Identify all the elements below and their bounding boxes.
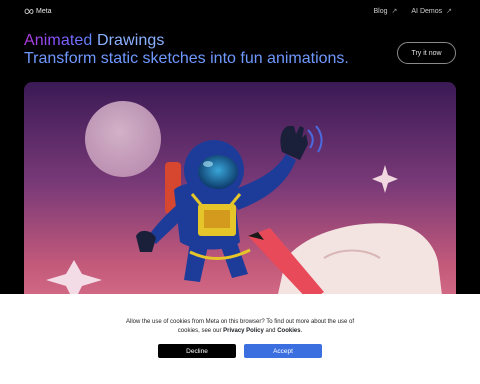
- hero-subtitle: Transform static sketches into fun anima…: [24, 50, 349, 67]
- hero-title: Animated Drawings: [24, 32, 164, 50]
- try-it-now-button[interactable]: Try it now: [397, 42, 456, 64]
- top-nav: Blog ↗ AI Demos ↗: [373, 7, 453, 16]
- hero-title-rest: Drawings: [96, 32, 165, 49]
- hero-title-accent: Animated: [24, 32, 93, 49]
- cookie-message-end: .: [300, 328, 303, 334]
- privacy-policy-link[interactable]: Privacy Policy: [223, 328, 264, 334]
- astronaut-sketch-illustration: [24, 82, 456, 312]
- cookie-message-and: and: [263, 328, 278, 334]
- logo-text: Meta: [36, 8, 52, 15]
- external-link-icon: ↗: [391, 8, 398, 15]
- accept-button[interactable]: Accept: [244, 344, 322, 358]
- meta-logo[interactable]: Meta: [24, 8, 52, 15]
- decline-button[interactable]: Decline: [158, 344, 236, 358]
- top-bar: Meta Blog ↗ AI Demos ↗: [0, 0, 480, 26]
- nav-link-label: Blog: [373, 7, 388, 15]
- nav-link-ai-demos[interactable]: AI Demos ↗: [411, 7, 452, 16]
- cookie-message: Allow the use of cookies from Meta on th…: [120, 318, 360, 336]
- external-link-icon: ↗: [446, 8, 452, 15]
- cookie-banner: Allow the use of cookies from Meta on th…: [0, 294, 480, 384]
- meta-infinity-icon: [24, 8, 34, 14]
- cookies-link[interactable]: Cookies: [277, 328, 300, 334]
- nav-link-label: AI Demos: [411, 7, 443, 15]
- nav-link-blog[interactable]: Blog ↗: [373, 7, 398, 16]
